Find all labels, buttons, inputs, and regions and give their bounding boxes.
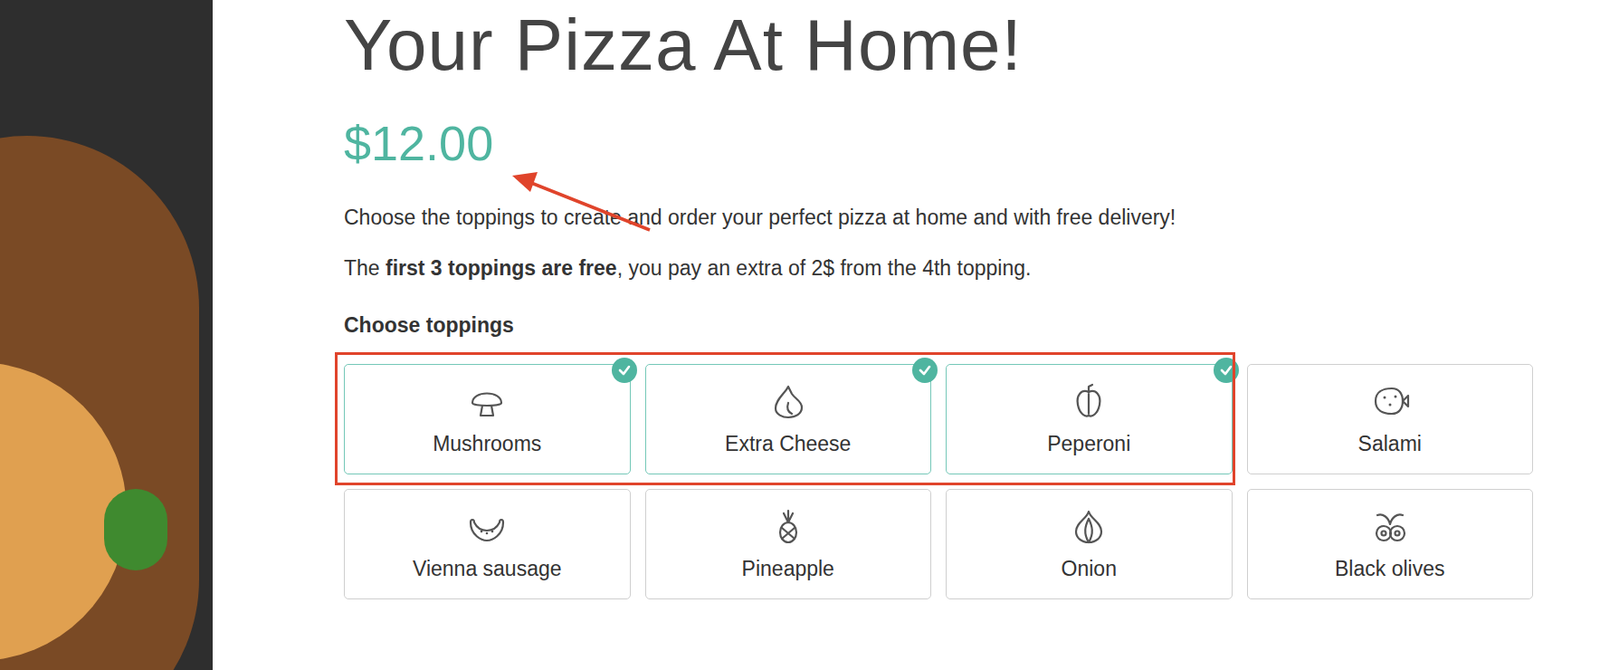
pizza-photo xyxy=(0,0,213,670)
price: $12.00 xyxy=(343,114,1534,172)
topping-card[interactable]: Peperoni xyxy=(945,363,1233,475)
onion-icon xyxy=(1068,505,1109,546)
toppings-grid: Mushrooms Extra Cheese Peperoni Salami Vienn… xyxy=(343,363,1534,600)
check-icon xyxy=(912,357,938,383)
cheese-icon xyxy=(768,380,809,421)
pricing-note: The first 3 toppings are free, you pay a… xyxy=(343,253,1534,283)
pineapple-icon xyxy=(768,505,809,546)
topping-card[interactable]: Salami xyxy=(1247,363,1534,475)
topping-label: Black olives xyxy=(1334,554,1445,582)
toppings-heading: Choose toppings xyxy=(343,311,1534,339)
pepper-icon xyxy=(1068,380,1109,421)
topping-label: Onion xyxy=(1061,554,1117,582)
topping-label: Salami xyxy=(1358,429,1422,458)
topping-label: Vienna sausage xyxy=(412,554,562,582)
topping-card[interactable]: Extra Cheese xyxy=(645,363,933,475)
olives-icon xyxy=(1370,505,1410,546)
topping-card[interactable]: Vienna sausage xyxy=(343,488,631,600)
check-icon xyxy=(1213,357,1239,383)
highlight-box xyxy=(334,352,1236,486)
topping-card[interactable]: Pineapple xyxy=(645,488,933,600)
arrow-icon xyxy=(0,0,1600,670)
salami-icon xyxy=(1370,380,1410,421)
basil-shape xyxy=(104,488,168,571)
topping-label: Pineapple xyxy=(742,554,835,582)
mushroom-icon xyxy=(466,380,507,421)
page-title: Your Pizza At Home! xyxy=(343,3,1534,87)
topping-label: Peperoni xyxy=(1047,429,1131,458)
description: Choose the toppings to create and order … xyxy=(343,202,1534,232)
product-panel: Your Pizza At Home! $12.00 Choose the topp… xyxy=(343,0,1534,670)
check-icon xyxy=(611,357,638,383)
topping-card[interactable]: Mushrooms xyxy=(343,363,631,475)
topping-label: Mushrooms xyxy=(432,429,542,458)
topping-card[interactable]: Black olives xyxy=(1247,488,1534,600)
topping-card[interactable]: Onion xyxy=(945,488,1233,600)
sausage-icon xyxy=(466,505,507,546)
topping-label: Extra Cheese xyxy=(724,429,851,458)
